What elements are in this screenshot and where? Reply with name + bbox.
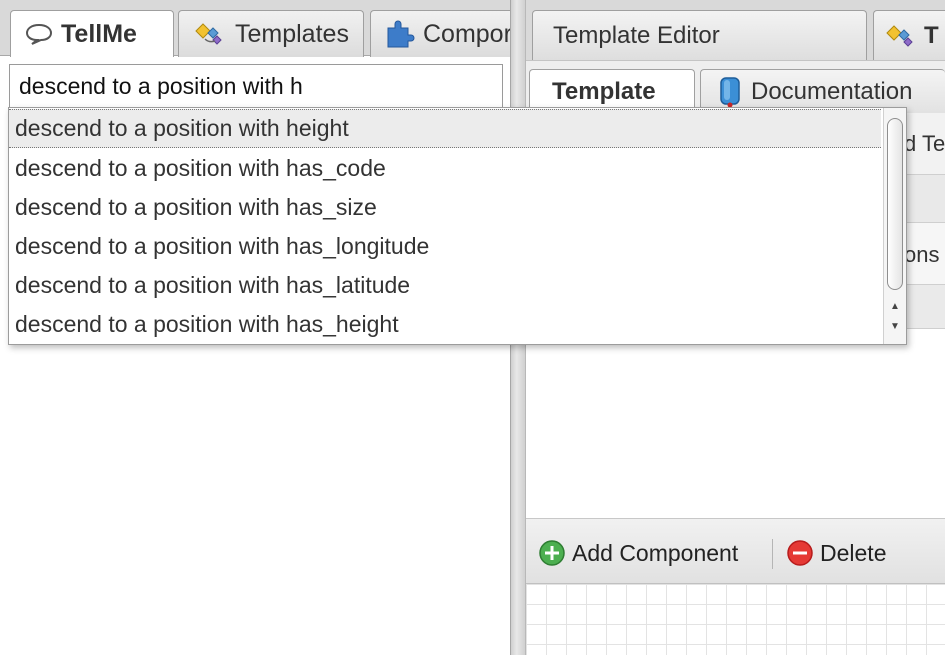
toolbar-separator [772,539,773,569]
suggestion-item[interactable]: descend to a position with height [9,109,881,148]
book-icon [717,76,743,108]
suggestion-text: descend to a position with has_longitude [15,233,430,259]
partial-text-1: d Te [904,131,945,156]
suggestion-item[interactable]: descend to a position with has_code [9,149,881,188]
tab-tellme[interactable]: TellMe [10,10,174,57]
autocomplete-dropdown: descend to a position with height descen… [8,107,907,345]
partial-text-2: ons [904,242,940,267]
suggestion-text: descend to a position with has_size [15,194,377,220]
tellme-search-input[interactable] [9,64,503,108]
suggestion-text: descend to a position with has_latitude [15,272,411,298]
suggestion-text: descend to a position with has_height [15,311,399,337]
right-tab-bar: Template Editor T [526,0,945,60]
tab-templates-label: Templates [235,19,349,48]
add-component-button[interactable]: Add Component [538,537,738,569]
tab-templates-right[interactable]: T [873,10,945,60]
tab-template-editor[interactable]: Template Editor [532,10,867,60]
left-tab-bar: TellMe Templates Compor [0,0,512,57]
delete-button[interactable]: Delete [786,537,886,569]
tab-template-editor-label: Template Editor [553,21,720,49]
delete-icon [786,539,814,567]
suggestion-list: descend to a position with height descen… [9,108,881,344]
add-icon [538,539,566,567]
tab-template-label: Template [552,77,656,105]
tab-components[interactable]: Compor [370,10,512,57]
tab-templates-right-label: T [924,21,939,49]
suggestion-scrollbar[interactable]: ▲ ▼ [883,108,906,344]
delete-label: Delete [820,539,887,566]
scroll-up-icon[interactable]: ▲ [888,300,902,314]
suggestion-item[interactable]: descend to a position with has_height [9,305,881,344]
puzzle-piece-icon [385,20,415,48]
suggestion-text: descend to a position with has_code [15,155,386,181]
component-toolbar: Add Component Delete [526,518,945,584]
suggestion-item[interactable]: descend to a position with has_latitude [9,266,881,305]
tab-components-label: Compor [423,19,512,48]
scroll-down-icon[interactable]: ▼ [888,320,902,334]
add-component-label: Add Component [572,539,739,566]
suggestion-item[interactable]: descend to a position with has_size [9,188,881,227]
scrollbar-thumb[interactable] [887,118,903,290]
templates-icon [193,21,227,47]
suggestion-text: descend to a position with height [15,115,349,141]
tab-templates[interactable]: Templates [178,10,364,57]
tab-tellme-label: TellMe [61,19,137,48]
speech-bubble-icon [25,23,53,45]
templates-icon [884,23,918,49]
tab-documentation-label: Documentation [751,77,913,105]
editor-sub-tab-bar: Template Documentation [526,60,945,113]
suggestion-item[interactable]: descend to a position with has_longitude [9,227,881,266]
component-grid[interactable] [526,584,945,655]
